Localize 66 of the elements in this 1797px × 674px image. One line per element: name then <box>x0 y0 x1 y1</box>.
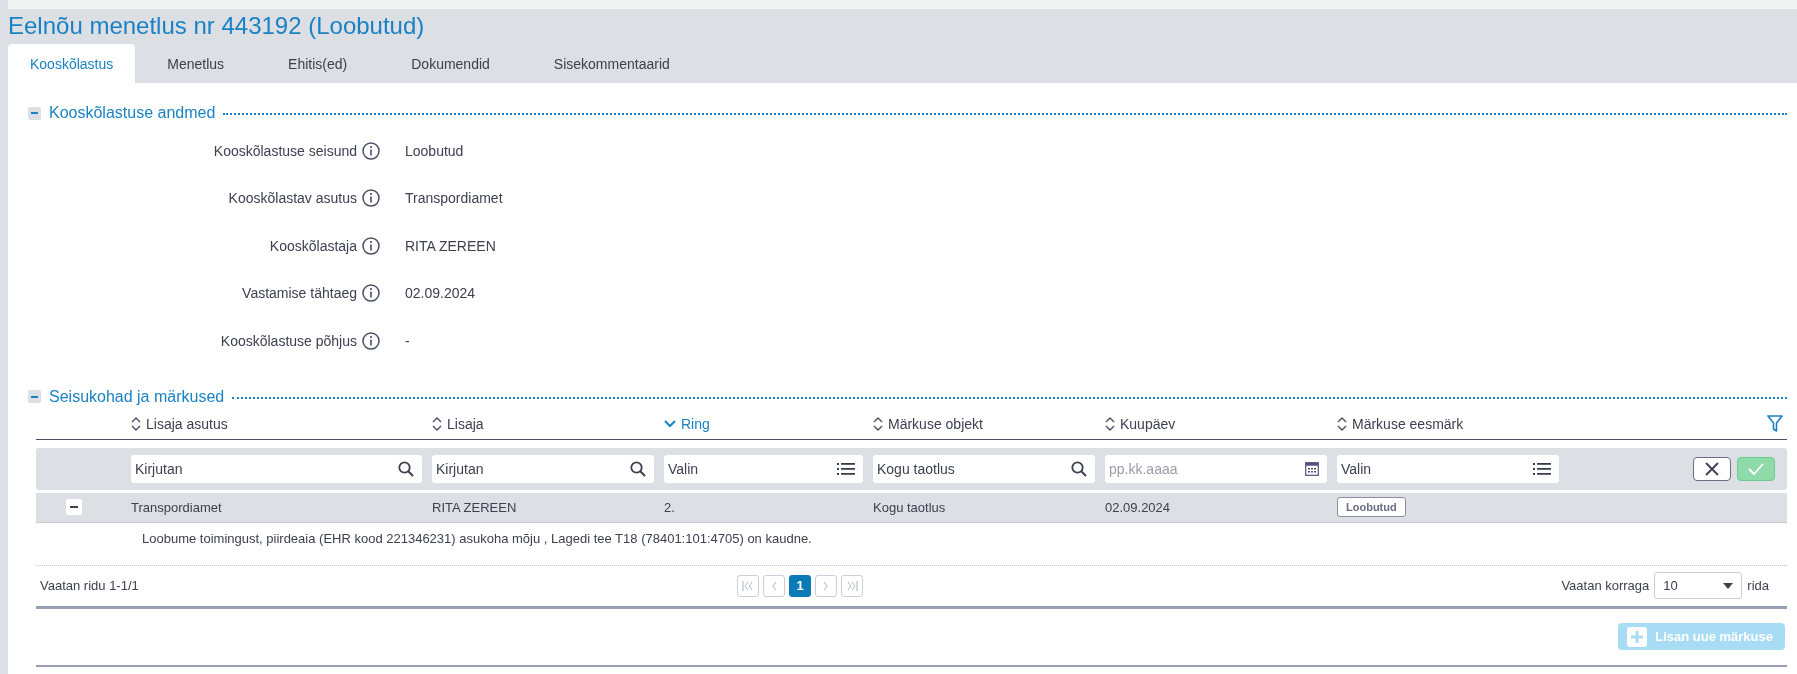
calendar-icon <box>1305 461 1319 476</box>
page-size-suffix: rida <box>1747 578 1769 593</box>
search-icon <box>630 460 646 477</box>
list-icon <box>1533 461 1551 476</box>
section-title: Kooskõlastuse andmed <box>49 104 216 122</box>
status-badge: Loobutud <box>1337 497 1406 517</box>
tab[interactable]: Menetlus <box>135 44 257 83</box>
column-header[interactable]: Kuupäev <box>1105 415 1176 432</box>
search-field[interactable]: Kirjutan <box>432 454 654 483</box>
field-value: RITA ZEREEN <box>405 237 496 254</box>
tab[interactable]: Dokumendid <box>379 44 522 83</box>
page-size-label: Vaatan korraga <box>1561 578 1650 593</box>
row-count-text: Vaatan ridu 1-1/1 <box>39 578 140 593</box>
page-size-select[interactable]: 10 <box>1654 572 1743 599</box>
table-cell-text: 2. <box>664 499 676 515</box>
collapse-icon[interactable] <box>28 390 41 403</box>
close-icon <box>1705 461 1719 476</box>
field-label: Kooskõlastav asutus <box>227 190 357 207</box>
column-header[interactable]: Märkuse eesmärk <box>1337 415 1464 432</box>
collapse-icon[interactable] <box>28 106 41 120</box>
tab[interactable]: Kooskõlastus <box>8 44 136 83</box>
search-field[interactable]: Kogu taotlus <box>873 454 1095 483</box>
info-icon[interactable] <box>362 284 380 303</box>
field-label: Kooskõlastuse seisund <box>212 142 357 159</box>
page-button[interactable]: 1 <box>789 574 811 597</box>
date-field[interactable]: pp.kk.aaaa <box>1105 454 1327 483</box>
field-value: - <box>405 332 410 349</box>
double-chevron-right-icon <box>846 580 858 591</box>
table-cell-text: 02.09.2024 <box>1105 499 1172 515</box>
search-field[interactable]: Kirjutan <box>131 454 422 483</box>
plus-icon <box>1627 626 1648 647</box>
info-icon[interactable] <box>362 189 380 208</box>
chevron-left-icon <box>771 580 777 591</box>
double-chevron-left-icon <box>742 580 754 591</box>
filter-icon[interactable] <box>1767 415 1783 432</box>
field-value: Transpordiamet <box>405 190 503 207</box>
table-cell-text: RITA ZEREEN <box>432 499 518 515</box>
collapse-row-button[interactable] <box>65 499 82 515</box>
list-icon <box>837 461 855 476</box>
field-label: Kooskõlastaja <box>268 237 357 254</box>
table-cell-text: Kogu taotlus <box>873 499 947 515</box>
info-icon[interactable] <box>362 236 380 255</box>
checkmark-icon <box>1748 462 1764 475</box>
column-header[interactable]: Ring <box>664 415 710 432</box>
section-title: Seisukohad ja märkused <box>49 387 225 406</box>
table-cell-text: Transpordiamet <box>131 499 223 515</box>
chevron-right-icon <box>823 580 829 591</box>
field-label: Vastamise tähtaeg <box>241 285 357 302</box>
caret-icon <box>1723 582 1734 589</box>
column-header[interactable]: Märkuse objekt <box>873 415 983 432</box>
remark-text: Loobume toimingust, piirdeaia (EHR kood 221346231) asukoha mõju , Lagedi tee T18 (78401:101:4705) on kaudne. <box>141 529 813 548</box>
column-header[interactable]: Lisaja asutus <box>131 415 228 432</box>
tab[interactable]: Sisekommentaarid <box>521 44 702 83</box>
column-header[interactable]: Lisaja <box>432 415 484 432</box>
clear-filter-button[interactable] <box>1693 456 1731 481</box>
field-label: Kooskõlastuse põhjus <box>219 332 357 349</box>
search-icon <box>398 460 414 477</box>
field-value: 02.09.2024 <box>405 285 476 302</box>
field-value: Loobutud <box>405 142 464 159</box>
tab[interactable]: Ehitis(ed) <box>256 44 380 83</box>
search-icon <box>1071 460 1087 477</box>
select-field[interactable]: Valin <box>1337 454 1559 483</box>
page-title: Eelnõu menetlus nr 443192 (Loobutud) <box>8 11 426 41</box>
select-field[interactable]: Valin <box>664 454 863 483</box>
info-icon[interactable] <box>362 141 380 160</box>
info-icon[interactable] <box>362 331 380 350</box>
